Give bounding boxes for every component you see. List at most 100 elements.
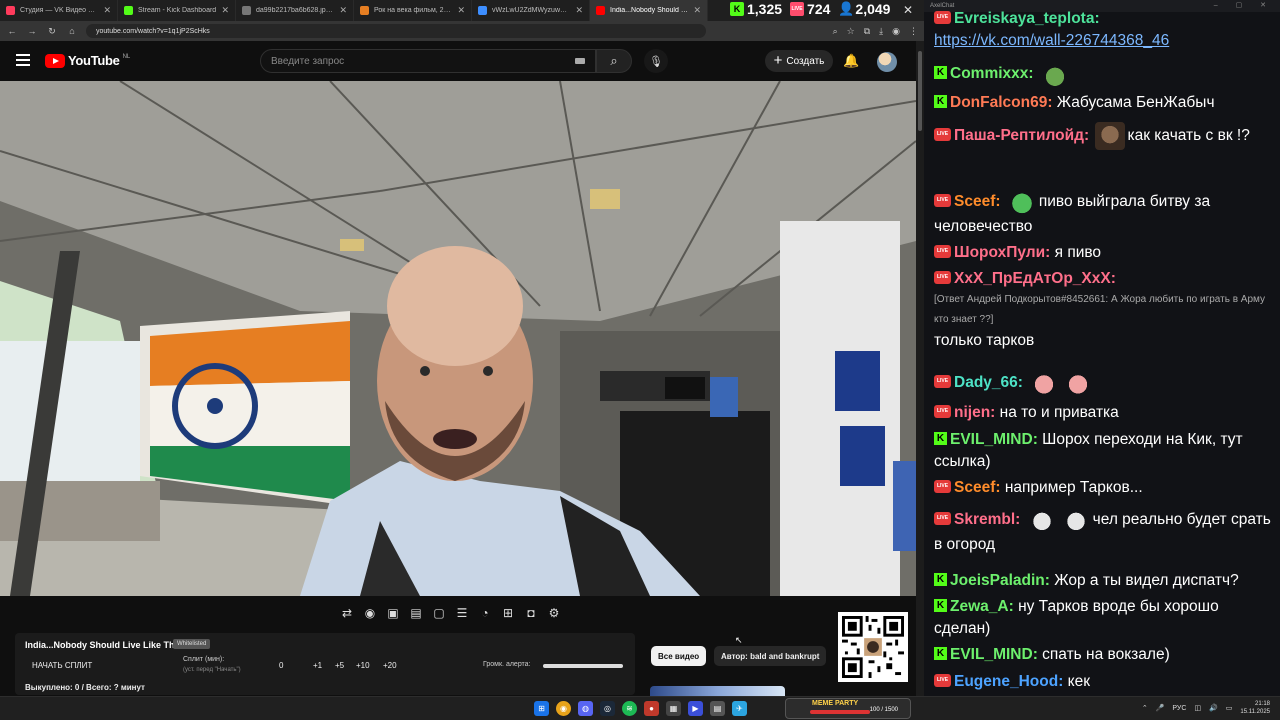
chat-nickname[interactable]: Skrembl: [954, 511, 1015, 528]
bookmark-star-icon[interactable]: ☆: [847, 26, 855, 37]
camera-icon[interactable]: ◘: [524, 606, 538, 620]
video-frame: [0, 81, 916, 596]
steam-icon[interactable]: ◎: [600, 701, 615, 716]
vk-live-badge-icon: LIVE: [934, 512, 951, 525]
chat-nickname[interactable]: Dady_66: [954, 374, 1018, 391]
chat-message-text: Жабусама БенЖабыч: [1056, 94, 1215, 111]
add-1-button[interactable]: +1: [313, 661, 322, 670]
chip-author[interactable]: Автор: bald and bankrupt: [714, 646, 827, 666]
chat-nickname[interactable]: XxX_ПрЕдАтОр_XxX: [954, 270, 1111, 287]
chrome-icon[interactable]: ◉: [556, 701, 571, 716]
add-5-button[interactable]: +5: [335, 661, 344, 670]
explorer-icon[interactable]: ▤: [710, 701, 725, 716]
browser-tab[interactable]: Студия — VK Видео Live ✕: [0, 0, 118, 21]
notifications-bell-icon[interactable]: 🔔: [843, 53, 859, 69]
volume-icon[interactable]: 🔊: [1209, 704, 1218, 712]
menu-dots-icon[interactable]: ⋮: [909, 26, 918, 37]
avatar[interactable]: [877, 52, 897, 72]
gear-icon[interactable]: ⚙: [547, 606, 561, 620]
url-field[interactable]: youtube.com/watch?v=1q1jP2ScHks: [86, 24, 706, 38]
alert-volume-slider[interactable]: [543, 664, 623, 668]
spotify-icon[interactable]: ≋: [622, 701, 637, 716]
chat-message-text: например Тарков...: [1004, 479, 1143, 496]
clip-icon[interactable]: ▤: [409, 606, 423, 620]
loop-icon[interactable]: ⇄: [340, 606, 354, 620]
mic-tray-icon[interactable]: 🎤: [1156, 704, 1165, 712]
back-icon[interactable]: ←: [6, 26, 18, 36]
scrollbar-thumb[interactable]: [918, 51, 922, 131]
chat-nickname[interactable]: JoeisPaladin: [950, 572, 1045, 589]
create-label: Создать: [786, 55, 825, 67]
tab-close-icon[interactable]: ✕: [103, 5, 111, 16]
telegram-icon[interactable]: ✈: [732, 701, 747, 716]
chat-nickname[interactable]: Zewa_A: [950, 598, 1009, 615]
chat-nickname[interactable]: ШорохПули: [954, 244, 1045, 261]
media-player-icon[interactable]: ▶: [688, 701, 703, 716]
tab-close-icon[interactable]: ✕: [339, 5, 347, 16]
battery-icon[interactable]: ▭: [1226, 704, 1233, 712]
browser-tab[interactable]: Рок на века фильм, 2012, дата ✕: [354, 0, 472, 21]
forward-icon[interactable]: →: [26, 26, 38, 36]
home-icon[interactable]: ⌂: [66, 26, 78, 36]
pip-icon[interactable]: ⊞: [501, 606, 515, 620]
extensions-icon[interactable]: ⧉: [864, 26, 870, 37]
browser-tab[interactable]: Stream - Kick Dashboard ✕: [118, 0, 236, 21]
tab-close-icon[interactable]: ✕: [457, 5, 465, 16]
clock[interactable]: 21:18 15.11.2025: [1240, 700, 1270, 716]
chat-nickname[interactable]: Eugene_Hood: [954, 673, 1058, 690]
browser-tab[interactable]: da99b2217ba6b628.jpg (1358× ✕: [236, 0, 354, 21]
meme-party-count: 100 / 1500: [869, 707, 898, 713]
profile-icon[interactable]: ◉: [892, 26, 900, 37]
nick-separator: :: [1047, 94, 1057, 111]
keyboard-icon[interactable]: [575, 58, 585, 64]
video-player[interactable]: [0, 81, 916, 596]
obs-icon[interactable]: ●: [644, 701, 659, 716]
tab-close-icon[interactable]: ✕: [575, 5, 583, 16]
chat-nickname[interactable]: EVIL_MIND: [950, 431, 1033, 448]
app-icon[interactable]: ▦: [666, 701, 681, 716]
start-split-button[interactable]: НАЧАТЬ СПЛИТ: [32, 661, 92, 670]
bought-minutes: Выкуплено: 0 / Всего: ? минут: [25, 683, 145, 692]
chat-nickname[interactable]: nijen: [954, 404, 990, 421]
add-20-button[interactable]: +20: [383, 661, 397, 670]
menu-icon[interactable]: [16, 54, 30, 66]
chat-nickname[interactable]: Sceef: [954, 479, 995, 496]
speed-icon[interactable]: ◔: [478, 606, 492, 620]
chat-nickname[interactable]: DonFalcon69: [950, 94, 1047, 111]
chip-all-videos[interactable]: Все видео: [651, 646, 707, 666]
screenshot-icon[interactable]: ▢: [432, 606, 446, 620]
tab-close-icon[interactable]: ✕: [693, 5, 701, 16]
download-icon[interactable]: ⤓: [879, 26, 883, 37]
reload-icon[interactable]: ↻: [46, 26, 58, 37]
chat-nickname[interactable]: Паша-Рептилойд: [954, 127, 1084, 144]
tab-close-icon[interactable]: ✕: [221, 5, 229, 16]
subtitles-icon[interactable]: ☰: [455, 606, 469, 620]
chat-nickname[interactable]: Commixxx: [950, 65, 1028, 82]
search-button[interactable]: ⌕: [596, 49, 632, 73]
close-icon[interactable]: ✕: [903, 3, 913, 17]
zoom-icon[interactable]: ⌕: [833, 26, 838, 37]
page-scrollbar[interactable]: [916, 41, 924, 696]
kick-viewer-counter: K 1,325: [730, 1, 782, 17]
windows-start-icon[interactable]: ⊞: [534, 701, 549, 716]
search-input[interactable]: Введите запрос: [260, 49, 596, 73]
network-icon[interactable]: ◫: [1194, 704, 1201, 712]
chat-nickname[interactable]: Evreiskaya_teplota: [954, 10, 1094, 27]
browser-tab[interactable]: vWzLwU2ZdMWyzuwUuQaD1 ✕: [472, 0, 590, 21]
audio-icon[interactable]: ◉: [363, 606, 377, 620]
voice-search-button[interactable]: 🎙: [644, 49, 668, 73]
nick-separator: :: [1058, 673, 1068, 690]
add-10-button[interactable]: +10: [356, 661, 370, 670]
browser-tab[interactable]: India...Nobody Should Live ✕: [590, 0, 708, 21]
chat-nickname[interactable]: EVIL_MIND: [950, 646, 1033, 663]
chevron-up-icon[interactable]: ⌃: [1142, 704, 1148, 712]
record-icon[interactable]: ▣: [386, 606, 400, 620]
discord-icon[interactable]: ◍: [578, 701, 593, 716]
chat-nickname[interactable]: Sceef: [954, 193, 995, 210]
create-button[interactable]: + Создать: [765, 50, 833, 72]
youtube-logo[interactable]: YouTube NL: [45, 53, 130, 68]
language-indicator[interactable]: РУС: [1172, 705, 1186, 712]
youtube-wordmark: YouTube: [68, 53, 120, 68]
recommended-thumbnail[interactable]: [650, 686, 785, 696]
chat-link[interactable]: https://vk.com/wall-226744368_46: [934, 32, 1169, 49]
